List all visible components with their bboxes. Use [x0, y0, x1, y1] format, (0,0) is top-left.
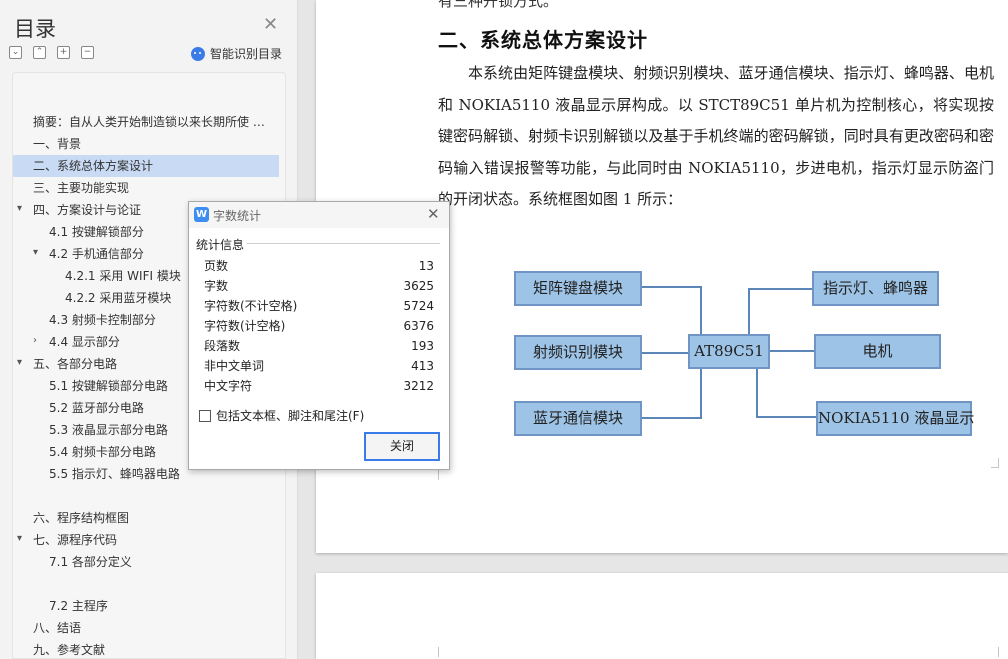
- close-button[interactable]: 关闭: [364, 432, 440, 461]
- stat-value: 13: [418, 259, 434, 273]
- stat-label: 页数: [204, 259, 229, 273]
- stat-value: 6376: [403, 319, 434, 333]
- stat-row: 页数 13: [204, 256, 434, 276]
- add-level-icon[interactable]: +: [57, 46, 70, 59]
- stat-row: 段落数 193: [204, 336, 434, 356]
- toc-item[interactable]: 八、结语: [13, 617, 279, 639]
- stat-row: 中文字符 3212: [204, 376, 434, 396]
- toc-item[interactable]: 七、源程序代码: [13, 529, 279, 551]
- stat-row: 字符数(计空格) 6376: [204, 316, 434, 336]
- diagram-box-rfid: 射频识别模块: [514, 335, 642, 370]
- word-count-dialog: W 字数统计 ✕ 统计信息 包括文本框、脚注和尾注(F) 关闭 页数 13 字数 36…: [188, 201, 450, 470]
- dialog-titlebar[interactable]: W 字数统计 ✕: [189, 202, 449, 228]
- close-icon[interactable]: ✕: [263, 14, 278, 35]
- stat-row: 字符数(不计空格) 5724: [204, 296, 434, 316]
- stat-row: 非中文单词 413: [204, 356, 434, 376]
- diagram-box-lcd: NOKIA5110 液晶显示: [816, 401, 974, 436]
- stat-value: 5724: [403, 299, 434, 313]
- chevron-down-icon[interactable]: ▾: [33, 247, 38, 258]
- remove-level-icon[interactable]: −: [81, 46, 94, 59]
- chevron-right-icon[interactable]: ›: [33, 335, 37, 346]
- toc-item[interactable]: 摘要：自从人类开始制造锁以来长期所使 …: [13, 111, 279, 133]
- stat-label: 字数: [204, 279, 229, 293]
- stat-label: 字符数(不计空格): [204, 299, 298, 313]
- toc-item[interactable]: 7.1 各部分定义: [13, 551, 279, 573]
- toc-item[interactable]: 九、参考文献: [13, 639, 279, 659]
- stat-label: 非中文单词: [204, 359, 265, 373]
- expand-up-icon[interactable]: ⌃: [33, 46, 46, 59]
- include-notes-checkbox[interactable]: 包括文本框、脚注和尾注(F): [199, 407, 364, 424]
- stat-label: 段落数: [204, 339, 241, 353]
- chevron-down-icon[interactable]: ▾: [17, 357, 22, 368]
- chevron-down-icon[interactable]: ▾: [17, 533, 22, 544]
- chevron-down-icon[interactable]: ▾: [17, 203, 22, 214]
- divider: [247, 243, 440, 244]
- stat-value: 3212: [403, 379, 434, 393]
- toc-item[interactable]: 三、主要功能实现: [13, 177, 279, 199]
- include-notes-label: 包括文本框、脚注和尾注(F): [216, 409, 365, 423]
- smart-recognition-icon: [191, 46, 205, 61]
- toc-item[interactable]: 7.2 主程序: [13, 595, 279, 617]
- previous-text-line: 有三种开锁方式。: [438, 0, 559, 10]
- stat-value: 413: [411, 359, 434, 373]
- wps-icon: W: [194, 207, 209, 222]
- stat-value: 3625: [403, 279, 434, 293]
- diagram-box-keypad: 矩阵键盘模块: [514, 271, 642, 306]
- toc-title: 目录: [14, 17, 56, 41]
- stat-label: 字符数(计空格): [204, 319, 286, 333]
- diagram-box-indicator: 指示灯、蜂鸣器: [812, 271, 939, 306]
- collapse-all-icon[interactable]: ⌄: [9, 46, 22, 59]
- document-page-2: [316, 573, 1008, 659]
- section-heading: 二、系统总体方案设计: [438, 28, 648, 52]
- body-paragraph: 本系统由矩阵键盘模块、射频识别模块、蓝牙通信模块、指示灯、蜂鸣器、电机和 NOK…: [438, 64, 994, 208]
- stats-section-label: 统计信息: [196, 238, 245, 252]
- stat-row: 字数 3625: [204, 276, 434, 296]
- diagram-box-motor: 电机: [814, 334, 941, 369]
- diagram-box-bluetooth: 蓝牙通信模块: [514, 401, 642, 436]
- checkbox[interactable]: [199, 409, 211, 422]
- smart-toc-button[interactable]: 智能识别目录: [191, 45, 282, 62]
- smart-toc-label: 智能识别目录: [210, 47, 283, 61]
- close-icon[interactable]: ✕: [427, 205, 440, 223]
- toc-item[interactable]: 六、程序结构框图: [13, 507, 279, 529]
- diagram-box-controller: AT89C51: [688, 334, 770, 369]
- toc-item[interactable]: 二、系统总体方案设计: [13, 155, 279, 177]
- stat-value: 193: [411, 339, 434, 353]
- toc-item[interactable]: 一、背景: [13, 133, 279, 155]
- stat-label: 中文字符: [204, 379, 253, 393]
- dialog-title: 字数统计: [213, 209, 262, 223]
